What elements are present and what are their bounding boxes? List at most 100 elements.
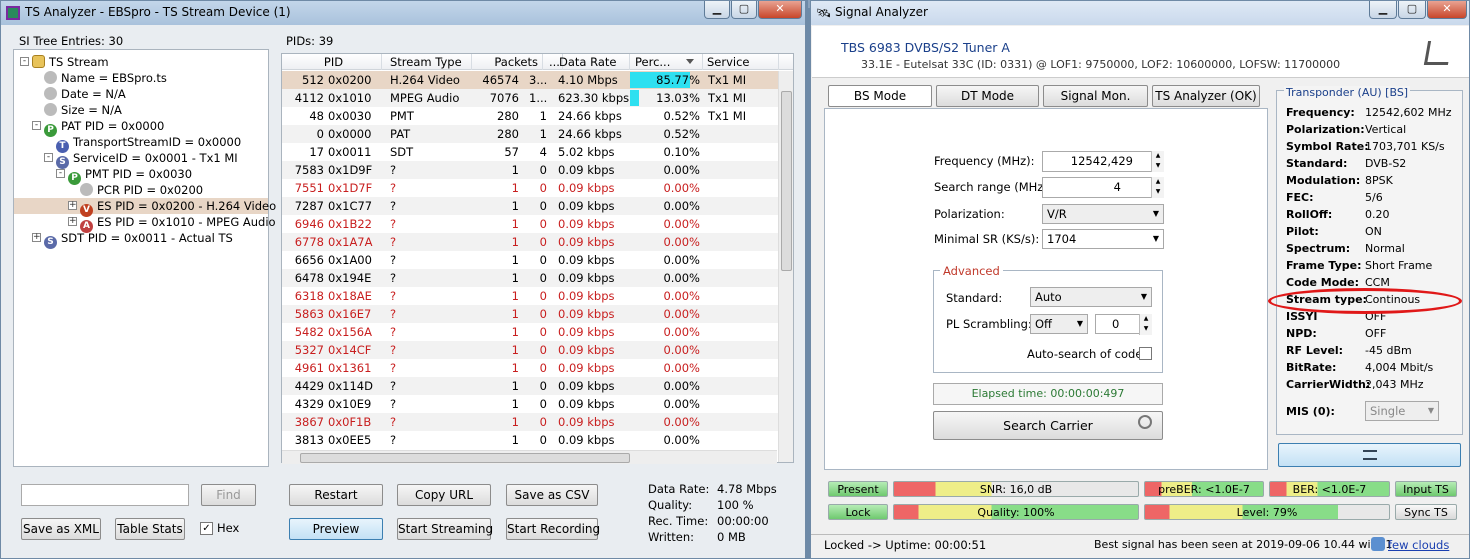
h-scrollbar-thumb[interactable]	[300, 453, 630, 463]
sa-maximize-button[interactable]: ▢	[1398, 1, 1426, 19]
find-input[interactable]	[21, 484, 189, 506]
standard-select[interactable]: Auto	[1030, 287, 1152, 307]
vertical-scrollbar[interactable]	[778, 71, 793, 462]
search-carrier-button[interactable]: Search Carrier	[933, 411, 1163, 440]
tree-expander[interactable]: +	[68, 201, 77, 210]
table-cell: ?	[390, 253, 397, 267]
tree-node[interactable]: A ES PID = 0x1010 - MPEG Audio	[80, 214, 276, 233]
tree-node[interactable]: S ServiceID = 0x0001 - Tx1 MI	[56, 150, 238, 169]
table-cell: 0.09 kbps	[558, 253, 615, 267]
table-row[interactable]: 17 0x0011 SDT 57 4 5.02 kbps 0.10%	[282, 143, 778, 161]
tree-node[interactable]: TS Stream	[32, 54, 109, 70]
tree-node[interactable]: T TransportStreamID = 0x0000	[56, 134, 241, 153]
minimize-button[interactable]: ▁	[704, 1, 730, 19]
copy-url-button[interactable]: Copy URL	[397, 484, 491, 506]
column-header[interactable]: Service	[703, 54, 779, 70]
table-cell: 0x0030	[328, 109, 372, 123]
pid-table[interactable]: PID Stream Type Packets... Data Rate Perc...…	[281, 53, 794, 463]
polarization-select[interactable]: V/R	[1042, 204, 1164, 224]
tree-node[interactable]: Size = N/A	[44, 102, 122, 118]
column-header[interactable]: PID	[282, 54, 382, 70]
tree-node[interactable]: S SDT PID = 0x0011 - Actual TS	[44, 230, 233, 249]
table-stats-button[interactable]: Table Stats	[115, 518, 185, 540]
save-as-xml-button[interactable]: Save as XML	[21, 518, 101, 540]
min-sr-select[interactable]: 1704	[1042, 229, 1164, 249]
table-row[interactable]: 4329 0x10E9? 1 0 0.09 kbps 0.00%	[282, 395, 778, 413]
search-range-input[interactable]: 4	[1042, 177, 1164, 198]
tab-ts-analyzer[interactable]: TS Analyzer (OK)	[1152, 85, 1260, 107]
sa-close-button[interactable]: ✕	[1427, 1, 1467, 19]
table-row[interactable]: 5327 0x14CF? 1 0 0.09 kbps 0.00%	[282, 341, 778, 359]
table-row[interactable]: 512 0x0200 H.264 Video 46574 3... 4.10 Mbps 85…	[282, 71, 778, 89]
tree-node[interactable]: Name = EBSpro.ts	[44, 70, 167, 86]
few-clouds-link[interactable]: few clouds	[1388, 538, 1449, 552]
column-header[interactable]: Stream Type	[386, 54, 472, 70]
weather-icon	[1371, 537, 1385, 551]
tab-signal-mon[interactable]: Signal Mon.	[1043, 85, 1148, 107]
satellite-info: 33.1E - Eutelsat 33C (ID: 0331) @ LOF1: …	[861, 58, 1341, 71]
table-row[interactable]: 4429 0x114D? 1 0 0.09 kbps 0.00%	[282, 377, 778, 395]
tree-node[interactable]: PCR PID = 0x0200	[80, 182, 203, 198]
table-row[interactable]: 7551 0x1D7F? 1 0 0.09 kbps 0.00%	[282, 179, 778, 197]
table-row[interactable]: 5863 0x16E7? 1 0 0.09 kbps 0.00%	[282, 305, 778, 323]
table-cell: 0.52%	[663, 109, 700, 123]
find-button[interactable]: Find	[201, 484, 256, 506]
table-row[interactable]: 7287 0x1C77? 1 0 0.09 kbps 0.00%	[282, 197, 778, 215]
table-row[interactable]: 48 0x0030 PMT 280 1 24.66 kbps 0.52% Tx1 MI	[282, 107, 778, 125]
column-header[interactable]: Packets	[473, 54, 543, 70]
table-cell: 623.30 kbps	[558, 91, 630, 105]
mis-select[interactable]: Single	[1365, 401, 1439, 421]
table-row[interactable]: 4961 0x1361? 1 0 0.09 kbps 0.00%	[282, 359, 778, 377]
table-row[interactable]: 6318 0x18AE? 1 0 0.09 kbps 0.00%	[282, 287, 778, 305]
spinner-arrows[interactable]: ▲ ▼	[1151, 151, 1164, 172]
table-row[interactable]: 3867 0x0F1B? 1 0 0.09 kbps 0.00%	[282, 413, 778, 431]
present-indicator: Present	[828, 481, 888, 497]
table-row[interactable]: 6946 0x1B22? 1 0 0.09 kbps 0.00%	[282, 215, 778, 233]
preber-text: preBER: <1.0E-7	[1158, 483, 1250, 496]
autosearch-checkbox[interactable]	[1139, 347, 1152, 360]
close-button[interactable]: ✕	[758, 1, 802, 19]
si-tree[interactable]: TS Stream Name = EBSpro.ts Date = N/A Size …	[13, 49, 276, 467]
table-row[interactable]: 3813 0x0EE5? 1 0 0.09 kbps 0.00%	[282, 431, 778, 449]
frequency-input[interactable]: 12542,429	[1042, 151, 1164, 172]
start-recording-button[interactable]: Start Recording	[506, 518, 600, 540]
table-cell: 0.00%	[663, 343, 700, 357]
spinner-arrows[interactable]: ▲ ▼	[1139, 314, 1152, 335]
hex-checkbox[interactable]: ✓	[200, 522, 213, 535]
table-row[interactable]: 4112 0x1010 MPEG Audio 7076 1... 623.30 kbps 1…	[282, 89, 778, 107]
spectrum-button[interactable]	[1278, 443, 1461, 467]
column-header[interactable]: Data Rate	[555, 54, 630, 70]
table-row[interactable]: 6656 0x1A00? 1 0 0.09 kbps 0.00%	[282, 251, 778, 269]
restart-button[interactable]: Restart	[289, 484, 383, 506]
standard-label: Standard:	[946, 291, 1003, 305]
tree-expander[interactable]: +	[32, 233, 41, 242]
sa-minimize-button[interactable]: ▁	[1369, 1, 1397, 19]
tree-expander[interactable]: -	[56, 169, 65, 178]
tree-expander[interactable]: +	[68, 217, 77, 226]
tree-expander[interactable]: -	[20, 57, 29, 66]
spinner-arrows[interactable]: ▲ ▼	[1151, 177, 1164, 198]
save-as-csv-button[interactable]: Save as CSV	[506, 484, 598, 506]
table-cell: 0.52%	[663, 127, 700, 141]
start-streaming-button[interactable]: Start Streaming	[397, 518, 493, 540]
transponder-value: -45 dBm	[1365, 344, 1412, 357]
preview-button[interactable]: Preview	[289, 518, 383, 540]
table-row[interactable]: 5482 0x156A? 1 0 0.09 kbps 0.00%	[282, 323, 778, 341]
table-row[interactable]: 6478 0x194E? 1 0 0.09 kbps 0.00%	[282, 269, 778, 287]
table-row[interactable]: 6778 0x1A7A? 1 0 0.09 kbps 0.00%	[282, 233, 778, 251]
horizontal-scrollbar[interactable]	[282, 450, 777, 464]
tree-expander[interactable]: -	[32, 121, 41, 130]
maximize-button[interactable]: ▢	[731, 1, 757, 19]
table-row[interactable]: 7583 0x1D9F? 1 0 0.09 kbps 0.00%	[282, 161, 778, 179]
table-row[interactable]: 0 0x0000 PAT 280 1 24.66 kbps 0.52%	[282, 125, 778, 143]
tree-node[interactable]: P PAT PID = 0x0000	[44, 118, 164, 137]
pl-scrambling-select[interactable]: Off	[1030, 314, 1088, 334]
tree-node[interactable]: Date = N/A	[44, 86, 126, 102]
tab-bs-mode[interactable]: BS Mode	[828, 85, 932, 107]
tree-node[interactable]: V ES PID = 0x0200 - H.264 Video	[14, 198, 276, 217]
scrollbar-thumb[interactable]	[781, 91, 792, 271]
tree-node[interactable]: P PMT PID = 0x0030	[68, 166, 192, 185]
tab-dt-mode[interactable]: DT Mode	[936, 85, 1039, 107]
tree-expander[interactable]: -	[44, 153, 53, 162]
table-cell: 1	[511, 307, 519, 321]
